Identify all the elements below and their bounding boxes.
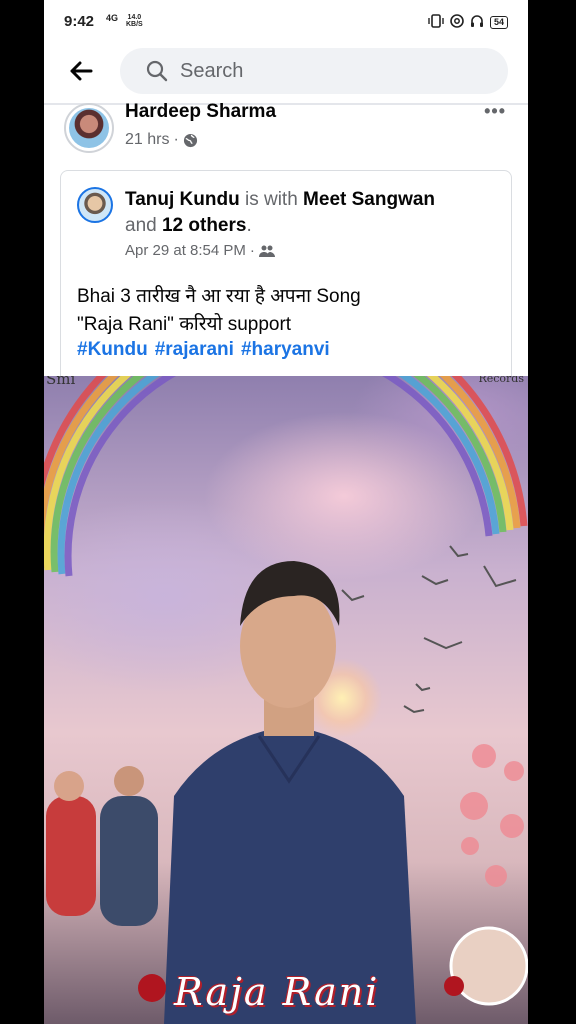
back-button[interactable]: [64, 56, 98, 86]
network-speed: 14.0 KB/S: [126, 14, 143, 28]
image-corner-text-right: Records: [478, 376, 524, 385]
post-author-name[interactable]: Hardeep Sharma: [125, 101, 276, 123]
hashtag-link[interactable]: #Kundu: [77, 339, 148, 361]
post-header: Hardeep Sharma 21 hrs · •••: [44, 101, 528, 165]
phone-screen: 9:42 4G 14.0 KB/S 54 Search Hardeep Shar…: [44, 0, 528, 1024]
status-bar: 9:42 4G 14.0 KB/S 54: [44, 0, 528, 44]
tagged-person[interactable]: Meet Sangwan: [303, 189, 435, 210]
network-speed-unit: KB/S: [126, 21, 143, 28]
at-sign-icon: [450, 14, 464, 31]
post-text-line2: "Raja Rani" करियो support: [77, 314, 292, 335]
network-speed-value: 14.0: [127, 14, 142, 21]
arrow-left-icon: [70, 61, 93, 81]
shared-post-card[interactable]: Tanuj Kundu is with Meet Sangwan and 12 …: [60, 170, 512, 376]
post-text: Bhai 3 तारीख नै आ रया है अपना Song "Raja…: [77, 283, 507, 339]
search-input[interactable]: Search: [120, 48, 508, 94]
post-image[interactable]: Smi Records Raja Rani: [44, 376, 528, 1024]
and-text: and: [125, 215, 157, 236]
meta-separator: ·: [249, 242, 255, 259]
hashtags: #Kundu #rajarani #haryanvi: [77, 339, 330, 361]
period-text: .: [246, 215, 252, 236]
vibrate-icon: [428, 14, 444, 31]
search-header: Search: [44, 44, 528, 102]
search-icon: [146, 60, 168, 82]
post-text-line1: Bhai 3 तारीख नै आ रया है अपना Song: [77, 286, 361, 307]
status-time: 9:42: [64, 13, 95, 30]
tagged-others[interactable]: 12 others: [162, 215, 246, 236]
post-time[interactable]: 21 hrs: [125, 131, 169, 149]
status-icons: 54: [428, 14, 508, 31]
with-text: is with: [244, 189, 298, 210]
hashtag-link[interactable]: #haryanvi: [241, 339, 330, 361]
shared-post-date[interactable]: Apr 29 at 8:54 PM: [125, 242, 246, 259]
shared-author-avatar[interactable]: [77, 187, 113, 223]
post-meta: 21 hrs ·: [125, 131, 198, 149]
shared-post-meta: Apr 29 at 8:54 PM ·: [125, 242, 275, 259]
battery-icon: 54: [489, 16, 508, 29]
more-options-button[interactable]: •••: [484, 101, 506, 122]
image-corner-text-left: Smi: [46, 376, 76, 388]
search-placeholder: Search: [180, 59, 244, 82]
network-indicator: 4G: [106, 13, 119, 23]
friends-icon: [258, 245, 275, 257]
hashtag-link[interactable]: #rajarani: [155, 339, 234, 361]
globe-icon: [183, 133, 197, 147]
headphones-icon: [470, 14, 484, 31]
shared-author-name[interactable]: Tanuj Kundu: [125, 189, 240, 210]
shared-post-header: Tanuj Kundu is with Meet Sangwan and 12 …: [125, 187, 505, 239]
author-avatar[interactable]: [64, 103, 114, 153]
meta-separator: ·: [173, 131, 179, 148]
image-title-text: Raja Rani: [174, 970, 380, 1014]
poster-artwork: [44, 376, 528, 1024]
